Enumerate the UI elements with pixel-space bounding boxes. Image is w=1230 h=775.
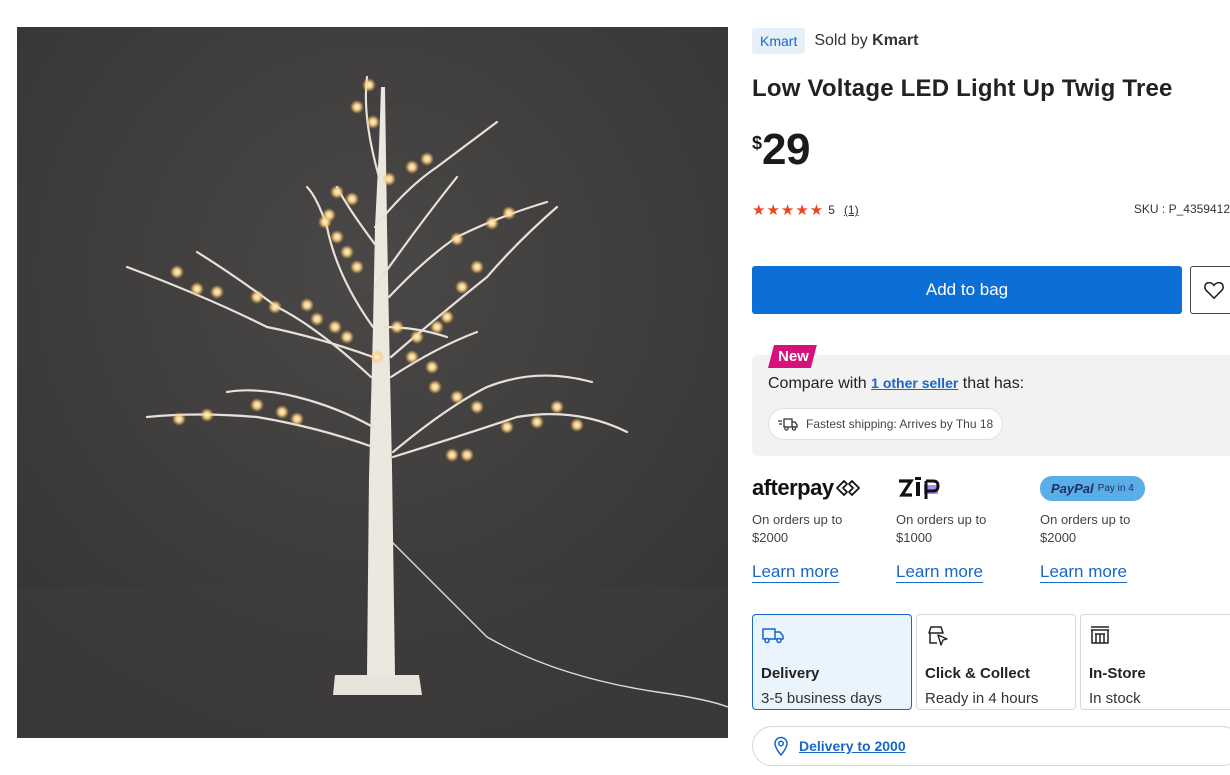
- paypal-desc: On orders up to $2000: [1040, 511, 1180, 547]
- fulfilment-sub: 3-5 business days: [761, 690, 882, 707]
- fulfilment-option-click-collect[interactable]: Click & Collect Ready in 4 hours: [916, 614, 1076, 710]
- zip-learn-more-link[interactable]: Learn more: [896, 562, 983, 583]
- sold-by-name: Kmart: [872, 32, 919, 49]
- paypal-desc-line2: $2000: [1040, 530, 1077, 545]
- afterpay-logo-text: afterpay: [752, 475, 834, 500]
- zip-logo: [896, 475, 1036, 501]
- paypal-learn-more-link[interactable]: Learn more: [1040, 562, 1127, 583]
- fulfilment-name: Click & Collect: [925, 665, 1031, 682]
- new-badge: New: [768, 345, 817, 368]
- shipping-pill-text: Fastest shipping: Arrives by Thu 18: [806, 417, 994, 431]
- zip-desc-line2: $1000: [896, 530, 933, 545]
- sku-text: SKU : P_4359412: [1133, 202, 1230, 216]
- sold-by-prefix: Sold by: [814, 32, 868, 49]
- price-amount: 29: [762, 125, 810, 174]
- fulfilment-name: Delivery: [761, 665, 820, 682]
- payment-option-zip: On orders up to $1000 Learn more: [896, 475, 1036, 583]
- compare-sellers-panel: New Compare with 1 other seller that has…: [752, 355, 1230, 456]
- location-pin-icon: [774, 736, 788, 756]
- fulfilment-name: In-Store: [1089, 665, 1146, 682]
- payment-option-paypal: PayPal Pay in 4 On orders up to $2000 Le…: [1040, 475, 1180, 583]
- delivery-location-link[interactable]: Delivery to 2000: [799, 738, 906, 754]
- seller-row: Kmart Sold by Kmart: [752, 27, 918, 55]
- other-seller-link[interactable]: 1 other seller: [871, 375, 958, 391]
- truck-icon: [762, 628, 784, 644]
- fulfilment-sub: In stock: [1089, 690, 1141, 707]
- rating-row: ★★★★★ 5 (1) SKU : P_4359412: [752, 201, 1230, 219]
- rating-value: 5: [828, 203, 835, 217]
- fast-truck-icon: [778, 418, 798, 431]
- product-price: $ 29: [752, 127, 810, 173]
- fulfilment-icon-wrap: [761, 625, 903, 647]
- fulfilment-icon-wrap: [925, 625, 1067, 647]
- review-count-link[interactable]: (1): [844, 203, 859, 217]
- paypal-logo-text: PayPal: [1051, 480, 1094, 496]
- zip-desc: On orders up to $1000: [896, 511, 1036, 547]
- star-rating-icon: ★★★★★: [752, 202, 825, 219]
- add-to-bag-button[interactable]: Add to bag: [752, 266, 1182, 314]
- delivery-location-row[interactable]: Delivery to 2000: [752, 726, 1230, 766]
- afterpay-desc-line1: On orders up to: [752, 512, 843, 527]
- product-title: Low Voltage LED Light Up Twig Tree: [752, 75, 1173, 102]
- afterpay-desc-line2: $2000: [752, 530, 789, 545]
- paypal-logo-wrap: PayPal Pay in 4: [1040, 475, 1180, 501]
- afterpay-arrows-icon: [835, 480, 860, 496]
- product-image[interactable]: [17, 27, 728, 738]
- compare-text: Compare with 1 other seller that has:: [768, 375, 1024, 393]
- payment-option-afterpay: afterpay On orders up to $2000 Learn mor…: [752, 475, 892, 583]
- seller-chip[interactable]: Kmart: [752, 28, 806, 54]
- afterpay-desc: On orders up to $2000: [752, 511, 892, 547]
- afterpay-learn-more-link[interactable]: Learn more: [752, 562, 839, 583]
- product-info-panel: Kmart Sold by Kmart Low Voltage LED Ligh…: [752, 27, 1230, 775]
- zip-desc-line1: On orders up to: [896, 512, 987, 527]
- zip-logo-mark: [899, 477, 940, 499]
- fastest-shipping-pill[interactable]: Fastest shipping: Arrives by Thu 18: [768, 408, 1004, 440]
- store-icon: [1091, 626, 1109, 644]
- wishlist-button[interactable]: [1190, 266, 1230, 314]
- paypal-logo: PayPal Pay in 4: [1040, 475, 1145, 501]
- compare-text-before: Compare with: [768, 375, 867, 392]
- fulfilment-option-delivery[interactable]: Delivery 3-5 business days: [752, 614, 912, 710]
- fulfilment-sub: Ready in 4 hours: [925, 690, 1039, 707]
- paypal-logo-sub: Pay in 4: [1097, 482, 1134, 494]
- paypal-desc-line1: On orders up to: [1040, 512, 1131, 527]
- fulfilment-icon-wrap: [1089, 625, 1230, 647]
- heart-icon: [1204, 281, 1224, 300]
- compare-text-after: that has:: [962, 375, 1025, 392]
- click-collect-icon: [928, 626, 948, 646]
- afterpay-logo: afterpay: [752, 475, 892, 501]
- fulfilment-option-in-store[interactable]: In-Store In stock: [1080, 614, 1230, 710]
- twig-tree-photo: [17, 27, 728, 738]
- sold-by-text: Sold by Kmart: [814, 32, 918, 50]
- price-currency: $: [752, 133, 763, 153]
